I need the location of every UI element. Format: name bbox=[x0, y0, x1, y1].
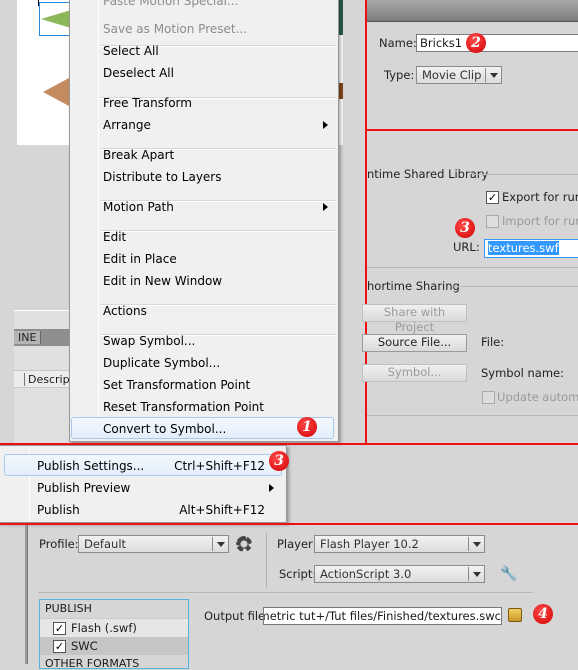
symbol-type-value: Movie Clip bbox=[422, 68, 482, 82]
timeline-tab[interactable]: INE bbox=[14, 329, 70, 346]
menu-item-motion-path[interactable]: Motion Path bbox=[103, 196, 174, 218]
menu-shortcut: Ctrl+Shift+F12 bbox=[174, 459, 265, 473]
symbol-button[interactable]: Symbol... bbox=[362, 364, 467, 382]
source-file-button[interactable]: Source File... bbox=[362, 334, 467, 352]
menu-item-actions[interactable]: Actions bbox=[103, 300, 147, 322]
menu-item-publish-preview[interactable]: Publish Preview bbox=[37, 477, 130, 499]
menu-shortcut: Alt+Shift+F12 bbox=[179, 503, 265, 517]
authortime-sharing-title: hortime Sharing bbox=[367, 279, 460, 293]
profile-label: Profile: bbox=[39, 537, 79, 551]
step-3-badge: 3 bbox=[269, 451, 289, 471]
menu-item-edit-in-new-window[interactable]: Edit in New Window bbox=[103, 270, 222, 292]
menu-item-deselect-all[interactable]: Deselect All bbox=[103, 62, 174, 84]
step-1-badge: 1 bbox=[297, 417, 317, 437]
folder-icon[interactable] bbox=[508, 608, 522, 622]
submenu-arrow-icon bbox=[269, 484, 274, 492]
column-header: Descrip bbox=[14, 370, 70, 388]
url-input[interactable]: textures.swf bbox=[484, 239, 578, 258]
file-label: File: bbox=[481, 335, 505, 349]
chevron-down-icon bbox=[212, 537, 228, 551]
timeline-tab-label: INE bbox=[14, 331, 42, 344]
menu-item-duplicate-symbol[interactable]: Duplicate Symbol... bbox=[103, 352, 220, 374]
step-3-badge: 3 bbox=[455, 218, 475, 238]
update-automatically-checkbox[interactable] bbox=[482, 391, 495, 404]
menu-item-publish-settings[interactable]: Publish Settings... bbox=[37, 455, 144, 477]
swc-checkbox[interactable]: ✓ bbox=[53, 640, 66, 653]
annotation-line bbox=[366, 129, 578, 131]
publish-header: PUBLISH bbox=[45, 602, 92, 615]
symbol-name-label: Symbol name: bbox=[481, 366, 564, 380]
format-list: PUBLISH ✓ Flash (.swf) ✓ SWC OTHER FORMA… bbox=[39, 599, 189, 670]
wrench-icon[interactable]: 🔧 bbox=[500, 566, 517, 582]
menu-gutter bbox=[98, 0, 99, 441]
export-runtime-label: Export for runti bbox=[502, 190, 578, 204]
menu-item-arrange[interactable]: Arrange bbox=[103, 114, 151, 136]
menu-item-break-apart[interactable]: Break Apart bbox=[103, 144, 174, 166]
menu-item-free-transform[interactable]: Free Transform bbox=[103, 92, 192, 114]
menu-item-set-transformation-point[interactable]: Set Transformation Point bbox=[103, 374, 250, 396]
runtime-library-title: ntime Shared Library bbox=[367, 167, 489, 181]
menu-item-save-as-motion-preset[interactable]: Save as Motion Preset... bbox=[103, 18, 247, 40]
vertical-divider bbox=[266, 533, 267, 588]
player-label: Player: bbox=[277, 537, 317, 551]
section-divider bbox=[367, 267, 578, 268]
symbol-type-dropdown[interactable]: Movie Clip bbox=[416, 66, 502, 84]
submenu-arrow-icon bbox=[323, 203, 328, 211]
menu-item-select-all[interactable]: Select All bbox=[103, 40, 159, 62]
chevron-down-icon bbox=[468, 537, 484, 551]
url-selected-text: textures.swf bbox=[488, 241, 559, 255]
menu-item-publish[interactable]: Publish bbox=[37, 499, 80, 521]
player-dropdown[interactable]: Flash Player 10.2 bbox=[314, 535, 485, 553]
menu-item-edit[interactable]: Edit bbox=[103, 226, 126, 248]
flash-format-label: Flash (.swf) bbox=[71, 621, 137, 635]
profile-dropdown[interactable]: Default bbox=[78, 535, 229, 553]
export-runtime-checkbox[interactable]: ✓ bbox=[486, 191, 499, 204]
import-runtime-label: Import for runt bbox=[502, 214, 578, 228]
menu-item-paste-motion-special[interactable]: Paste Motion Special... bbox=[103, 0, 238, 12]
section-divider bbox=[472, 174, 578, 175]
swc-format-label: SWC bbox=[71, 639, 98, 653]
chevron-down-icon bbox=[485, 68, 501, 82]
flash-checkbox[interactable]: ✓ bbox=[53, 622, 66, 635]
description-column-label: Descrip bbox=[24, 373, 70, 386]
menu-item-reset-transformation-point[interactable]: Reset Transformation Point bbox=[103, 396, 264, 418]
section-divider bbox=[38, 592, 533, 593]
submenu-arrow-icon bbox=[323, 121, 328, 129]
format-row-swc[interactable]: ✓ SWC bbox=[40, 637, 188, 655]
menu-separator bbox=[100, 230, 336, 232]
menu-item-convert-to-symbol[interactable]: Convert to Symbol... bbox=[103, 418, 226, 440]
url-label: URL: bbox=[453, 240, 480, 254]
gear-icon[interactable] bbox=[236, 536, 252, 552]
publish-menu: Publish Settings... Ctrl+Shift+F12 Publish… bbox=[0, 445, 289, 523]
name-label: Name: bbox=[379, 36, 417, 50]
menu-item-distribute-to-layers[interactable]: Distribute to Layers bbox=[103, 166, 222, 188]
step-4-badge: 4 bbox=[533, 604, 553, 624]
panel-edge bbox=[25, 525, 28, 664]
update-automatically-label: Update automat bbox=[497, 390, 578, 404]
context-menu: Paste Motion Special... Save as Motion Pr… bbox=[69, 0, 339, 442]
symbol-name-input[interactable]: Bricks1 bbox=[416, 34, 578, 52]
script-label: Script: bbox=[279, 567, 317, 581]
annotation-line bbox=[0, 523, 578, 525]
output-file-input[interactable]: op/Isometric tut+/Tut files/Finished/tex… bbox=[263, 607, 502, 625]
timeline-panel: INE Descrip bbox=[14, 310, 70, 443]
type-label: Type: bbox=[384, 68, 415, 82]
section-divider bbox=[367, 415, 578, 416]
script-dropdown[interactable]: ActionScript 3.0 bbox=[314, 565, 485, 583]
chevron-down-icon bbox=[468, 567, 484, 581]
step-2-badge: 2 bbox=[466, 33, 486, 53]
player-value: Flash Player 10.2 bbox=[320, 537, 419, 551]
share-with-project-button[interactable]: Share with Project bbox=[362, 304, 467, 334]
script-value: ActionScript 3.0 bbox=[320, 567, 412, 581]
import-runtime-checkbox[interactable] bbox=[486, 215, 499, 228]
profile-value: Default bbox=[84, 537, 127, 551]
section-divider bbox=[452, 286, 578, 287]
crosshair-icon bbox=[38, 0, 48, 6]
menu-item-swap-symbol[interactable]: Swap Symbol... bbox=[103, 330, 195, 352]
menu-item-edit-in-place[interactable]: Edit in Place bbox=[103, 248, 177, 270]
output-file-label: Output file: bbox=[204, 609, 269, 623]
format-row-flash[interactable]: ✓ Flash (.swf) bbox=[40, 618, 188, 637]
symbol-dialog-header bbox=[367, 0, 578, 22]
